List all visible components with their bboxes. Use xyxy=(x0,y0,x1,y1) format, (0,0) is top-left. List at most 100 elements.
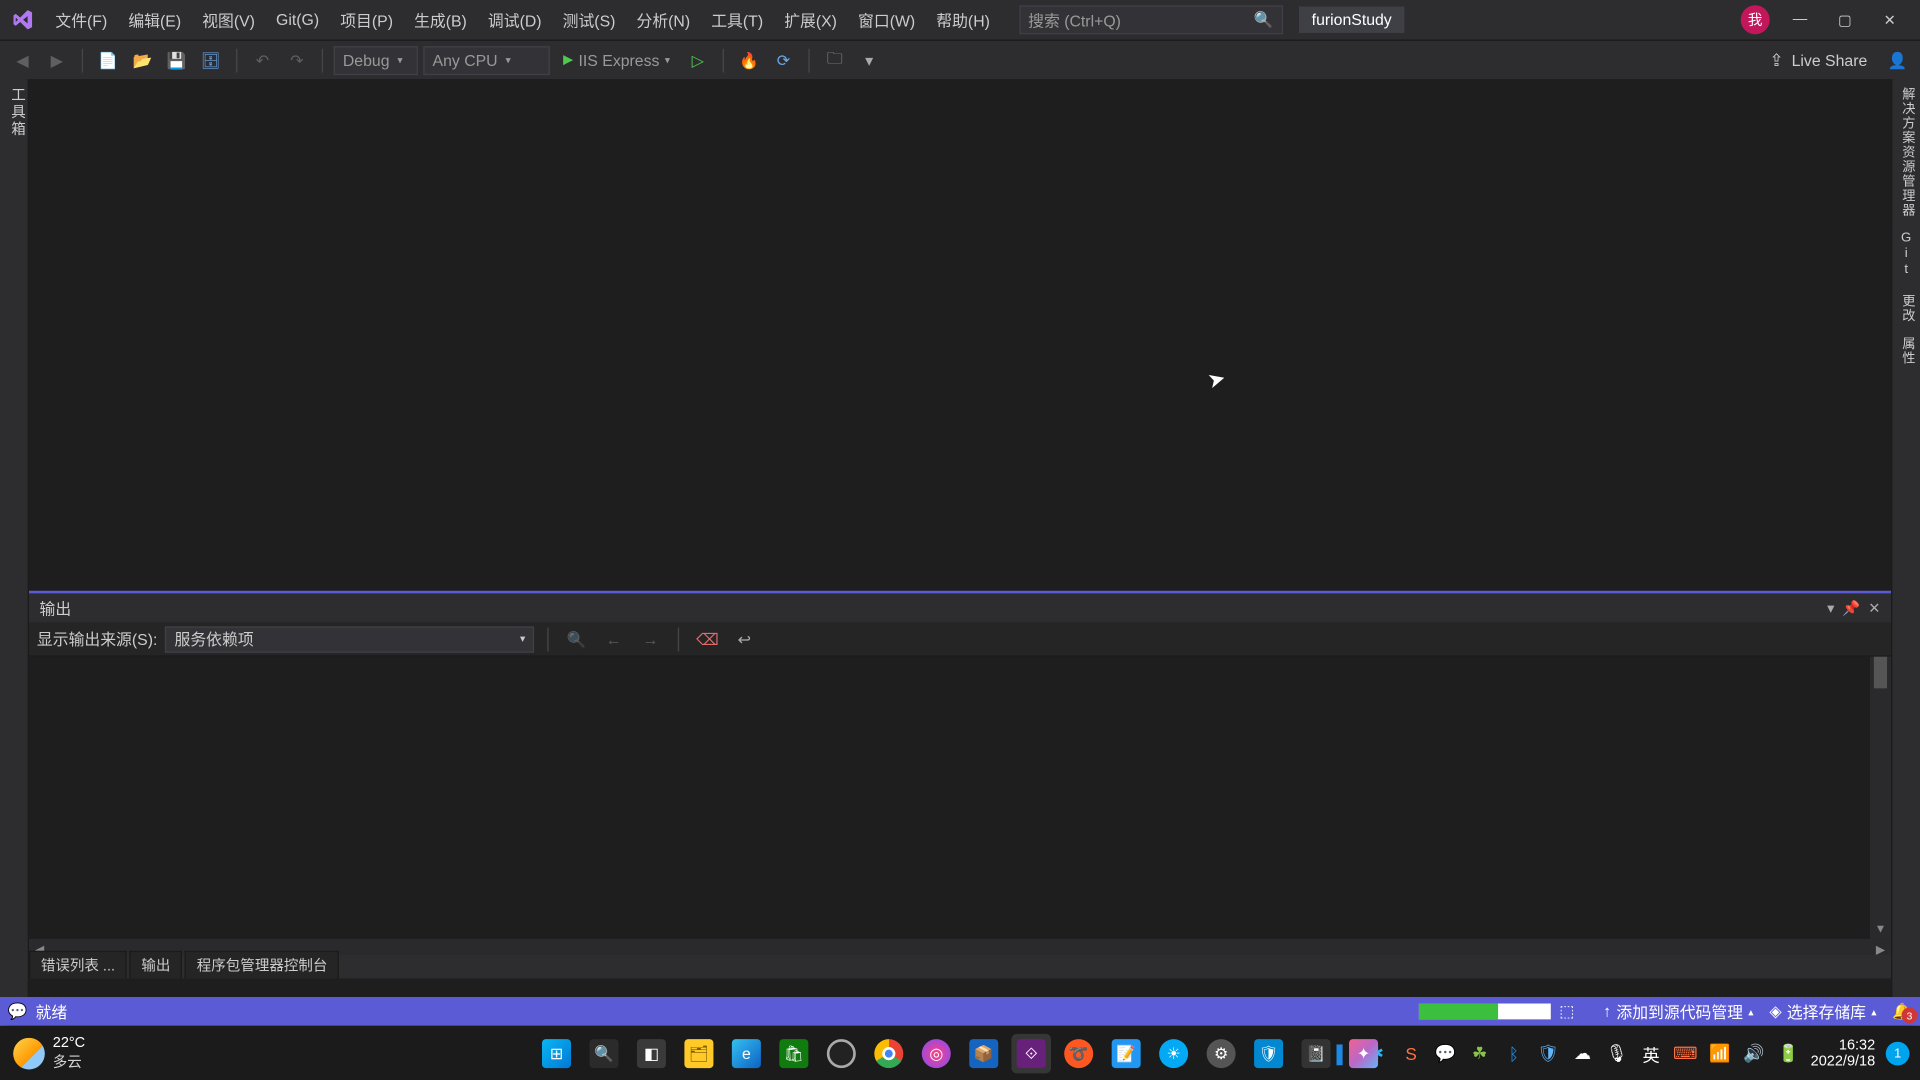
start-no-debug-icon[interactable]: ▷ xyxy=(683,45,712,74)
taskbar-security[interactable]: 🛡 xyxy=(1249,1034,1289,1074)
tray-bluetooth-icon[interactable]: ᛒ xyxy=(1502,1042,1526,1066)
tray-sogou2-icon[interactable]: ⌨ xyxy=(1674,1042,1698,1066)
search-input[interactable]: 搜索 (Ctrl+Q) 🔍 xyxy=(1019,5,1283,34)
taskbar-settings[interactable]: ⚙ xyxy=(1201,1034,1241,1074)
tray-app4-icon[interactable]: ☘ xyxy=(1468,1042,1492,1066)
taskbar-search[interactable]: 🔍 xyxy=(584,1034,624,1074)
tray-battery-icon[interactable]: 🔋 xyxy=(1776,1042,1800,1066)
nav-back-icon[interactable]: ◀ xyxy=(8,45,37,74)
browser-refresh-icon[interactable]: ⟳ xyxy=(769,45,798,74)
scroll-down-icon[interactable]: ▼ xyxy=(1870,918,1891,939)
output-find-icon[interactable]: 🔍 xyxy=(562,624,591,653)
output-title: 输出 xyxy=(40,597,72,619)
taskbar-taskview[interactable]: ◧ xyxy=(632,1034,672,1074)
menu-help[interactable]: 帮助(H) xyxy=(926,3,1001,36)
taskbar-ai[interactable]: ✦ xyxy=(1344,1034,1384,1074)
hot-reload-icon[interactable]: 🔥 xyxy=(735,45,764,74)
output-panel-titlebar[interactable]: 输出 ▾ 📌 ✕ xyxy=(29,593,1891,622)
taskbar-visualstudio[interactable]: ⟐ xyxy=(1011,1034,1051,1074)
output-next-icon[interactable]: → xyxy=(636,624,665,653)
scroll-thumb[interactable] xyxy=(1874,657,1887,689)
chevron-up-icon: ▴ xyxy=(1871,1006,1876,1018)
tray-wechat-icon[interactable]: 💬 xyxy=(1434,1042,1458,1066)
menu-build[interactable]: 生成(B) xyxy=(404,3,478,36)
tray-volume-icon[interactable]: 🔊 xyxy=(1742,1042,1766,1066)
project-name-button[interactable]: furionStudy xyxy=(1298,7,1404,33)
new-project-icon[interactable]: 📄 xyxy=(94,45,123,74)
menu-project[interactable]: 项目(P) xyxy=(330,3,404,36)
tab-output[interactable]: 输出 xyxy=(130,951,183,979)
progress-stop-icon[interactable]: ⬚ xyxy=(1559,1002,1574,1020)
menu-window[interactable]: 窗口(W) xyxy=(847,3,925,36)
tray-clock[interactable]: 16:32 2022/9/18 xyxy=(1811,1038,1876,1070)
taskbar-sunlogin[interactable]: ☀ xyxy=(1154,1034,1194,1074)
output-source-dropdown[interactable]: 服务依赖项 ▾ xyxy=(165,626,534,652)
tray-cloud-icon[interactable]: ☁ xyxy=(1571,1042,1595,1066)
vs-logo-icon xyxy=(8,5,37,34)
menu-file[interactable]: 文件(F) xyxy=(45,3,118,36)
tray-mic-icon[interactable]: 🎙 xyxy=(1605,1042,1629,1066)
tray-sogou-icon[interactable]: S xyxy=(1399,1042,1423,1066)
tab-package-console[interactable]: 程序包管理器控制台 xyxy=(185,951,339,979)
side-tab-properties[interactable]: 属性 xyxy=(1896,336,1916,365)
live-share-button[interactable]: ⇪ Live Share xyxy=(1759,49,1878,70)
taskbar-camera[interactable]: ◎ xyxy=(916,1034,956,1074)
save-icon[interactable]: 💾 xyxy=(162,45,191,74)
side-tab-toolbox[interactable]: 工具箱 xyxy=(0,79,29,997)
taskbar-start[interactable]: ⊞ xyxy=(537,1034,577,1074)
taskbar-edge[interactable]: e xyxy=(727,1034,767,1074)
solution-platform-dropdown[interactable]: Any CPU▾ xyxy=(423,45,550,74)
taskbar-store[interactable]: 🛍 xyxy=(774,1034,814,1074)
taskbar-dell[interactable] xyxy=(822,1034,862,1074)
tray-notification-badge[interactable]: 1 xyxy=(1886,1042,1910,1066)
panel-pin-icon[interactable]: 📌 xyxy=(1842,599,1860,616)
output-prev-icon[interactable]: ← xyxy=(599,624,628,653)
taskbar-chrome[interactable] xyxy=(869,1034,909,1074)
undo-icon[interactable]: ↶ xyxy=(248,45,277,74)
redo-icon[interactable]: ↷ xyxy=(282,45,311,74)
side-tab-solution-explorer[interactable]: 解决方案资源管理器 xyxy=(1896,87,1916,218)
save-all-icon[interactable]: 🗄 xyxy=(196,45,225,74)
status-output-icon[interactable]: 💬 xyxy=(8,1002,28,1020)
account-avatar[interactable]: 我 xyxy=(1741,5,1770,34)
menu-edit[interactable]: 编辑(E) xyxy=(118,3,192,36)
menu-view[interactable]: 视图(V) xyxy=(192,3,266,36)
tab-error-list[interactable]: 错误列表 ... xyxy=(29,951,127,979)
menu-ext[interactable]: 扩展(X) xyxy=(774,3,848,36)
taskbar-wps[interactable]: 📝 xyxy=(1106,1034,1146,1074)
output-text-area[interactable]: ▲ ▼ ◀ ▶ xyxy=(29,657,1891,960)
panel-dropdown-icon[interactable]: ▾ xyxy=(1827,599,1834,616)
output-clear-icon[interactable]: ⌫ xyxy=(693,624,722,653)
solution-config-dropdown[interactable]: Debug▾ xyxy=(334,45,418,74)
close-button[interactable]: ✕ xyxy=(1867,0,1912,40)
tray-wifi-icon[interactable]: 📶 xyxy=(1708,1042,1732,1066)
open-file-icon[interactable]: 📂 xyxy=(128,45,157,74)
menu-git[interactable]: Git(G) xyxy=(265,5,329,34)
feedback-icon[interactable]: 👤 xyxy=(1883,45,1912,74)
output-source-label: 显示输出来源(S): xyxy=(37,628,157,650)
taskbar-notes[interactable]: 📓 xyxy=(1296,1034,1336,1074)
maximize-button[interactable]: ▢ xyxy=(1822,0,1867,40)
menu-debug[interactable]: 调试(D) xyxy=(477,3,552,36)
menu-tools[interactable]: 工具(T) xyxy=(701,3,774,36)
taskbar-vbox[interactable]: 📦 xyxy=(964,1034,1004,1074)
status-select-repo[interactable]: ◈ 选择存储库 ▴ xyxy=(1769,1000,1876,1022)
nav-forward-icon[interactable]: ▶ xyxy=(42,45,71,74)
start-debug-button[interactable]: ▶ IIS Express ▾ xyxy=(555,45,678,74)
menu-test[interactable]: 测试(S) xyxy=(552,3,626,36)
menu-analyze[interactable]: 分析(N) xyxy=(626,3,701,36)
minimize-button[interactable]: — xyxy=(1778,0,1823,40)
status-source-control[interactable]: ↑ 添加到源代码管理 ▴ xyxy=(1603,1000,1753,1022)
toolbar-overflow-icon[interactable]: ▾ xyxy=(855,45,884,74)
taskbar-todesk[interactable]: ➰ xyxy=(1059,1034,1099,1074)
status-notifications[interactable]: 🔔 3 xyxy=(1892,1002,1912,1020)
taskbar-explorer[interactable]: 🗂 xyxy=(679,1034,719,1074)
find-in-files-icon[interactable]: 🗀 xyxy=(820,45,849,74)
taskbar-weather[interactable]: 22°C 多云 xyxy=(0,1035,98,1072)
tray-shield-icon[interactable]: 🛡 xyxy=(1536,1042,1560,1066)
output-scrollbar-vertical[interactable]: ▲ ▼ xyxy=(1870,657,1891,939)
output-wordwrap-icon[interactable]: ↩ xyxy=(730,624,759,653)
panel-close-icon[interactable]: ✕ xyxy=(1868,599,1880,616)
side-tab-git-changes[interactable]: Git 更改 xyxy=(1896,231,1916,323)
tray-ime-icon[interactable]: 英 xyxy=(1639,1042,1663,1066)
